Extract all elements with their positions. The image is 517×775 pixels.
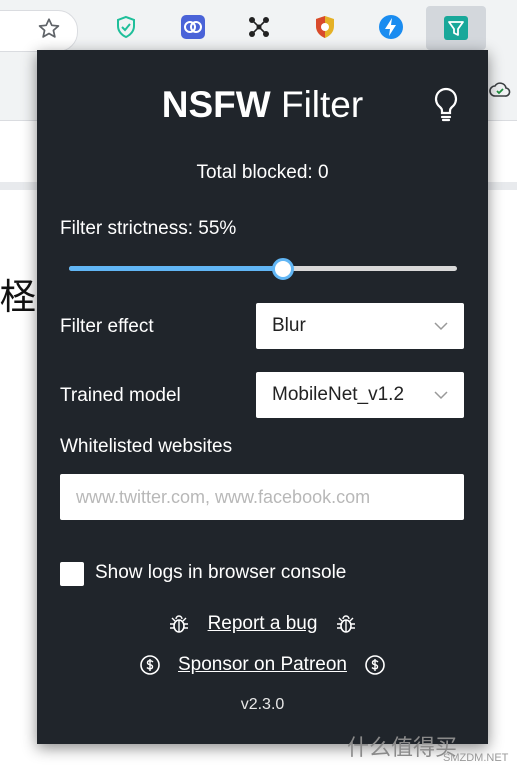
trained-model-value: MobileNet_v1.2: [272, 384, 405, 405]
watermark-logo: 什么值得买 SMZDM.NET: [347, 730, 508, 766]
bug-icon: [336, 615, 355, 633]
trained-model-select[interactable]: MobileNet_v1.2: [256, 372, 464, 418]
filter-effect-value: Blur: [272, 315, 306, 336]
bug-icon: [170, 615, 189, 633]
dollar-icon: [139, 655, 160, 675]
chevron-down-icon: [434, 322, 448, 331]
nsfw-filter-popup: NSFW Filter Total blocked: 0 Filter stri…: [37, 50, 488, 744]
watermark-text: 什么值得买: [347, 736, 458, 761]
shield-badge-icon[interactable]: [312, 14, 338, 40]
chevron-down-icon: [434, 391, 448, 400]
report-bug-link[interactable]: Report a bug: [208, 613, 318, 634]
title-rest: Filter: [280, 84, 364, 125]
sponsor-link[interactable]: Sponsor on Patreon: [178, 654, 347, 675]
trained-model-label: Trained model: [60, 385, 181, 406]
total-blocked: Total blocked: 0: [196, 162, 329, 183]
strictness-label: Filter strictness: 55%: [60, 218, 237, 239]
shield-check-icon[interactable]: [113, 14, 139, 40]
molecule-icon[interactable]: [246, 14, 272, 40]
slider-handle[interactable]: [272, 258, 295, 280]
lightbulb-icon[interactable]: [431, 86, 461, 122]
whitelist-label: Whitelisted websites: [60, 436, 233, 457]
link-rings-icon[interactable]: [180, 14, 206, 40]
slider-fill: [69, 266, 283, 271]
dollar-icon: [365, 655, 386, 675]
nsfw-filter-extension-button[interactable]: [426, 6, 486, 50]
title-bold: NSFW: [161, 84, 271, 125]
show-logs-label: Show logs in browser console: [95, 562, 347, 583]
popup-title: NSFW Filter: [37, 84, 488, 126]
lightning-icon[interactable]: [378, 14, 404, 40]
page-text: 柽: [0, 277, 37, 318]
filter-effect-select[interactable]: Blur: [256, 303, 464, 349]
sponsor-row: Sponsor on Patreon: [37, 654, 488, 676]
report-bug-row: Report a bug: [37, 613, 488, 635]
cloud-check-icon[interactable]: [488, 78, 512, 102]
version-label: v2.3.0: [240, 696, 285, 713]
watermark-sub: SMZDM.NET: [443, 752, 509, 764]
filter-icon: [444, 16, 468, 40]
show-logs-checkbox[interactable]: [60, 562, 84, 586]
strictness-slider[interactable]: [69, 258, 457, 280]
bookmark-star-icon[interactable]: [36, 16, 62, 42]
filter-effect-label: Filter effect: [60, 316, 154, 337]
whitelist-input[interactable]: [60, 474, 464, 520]
